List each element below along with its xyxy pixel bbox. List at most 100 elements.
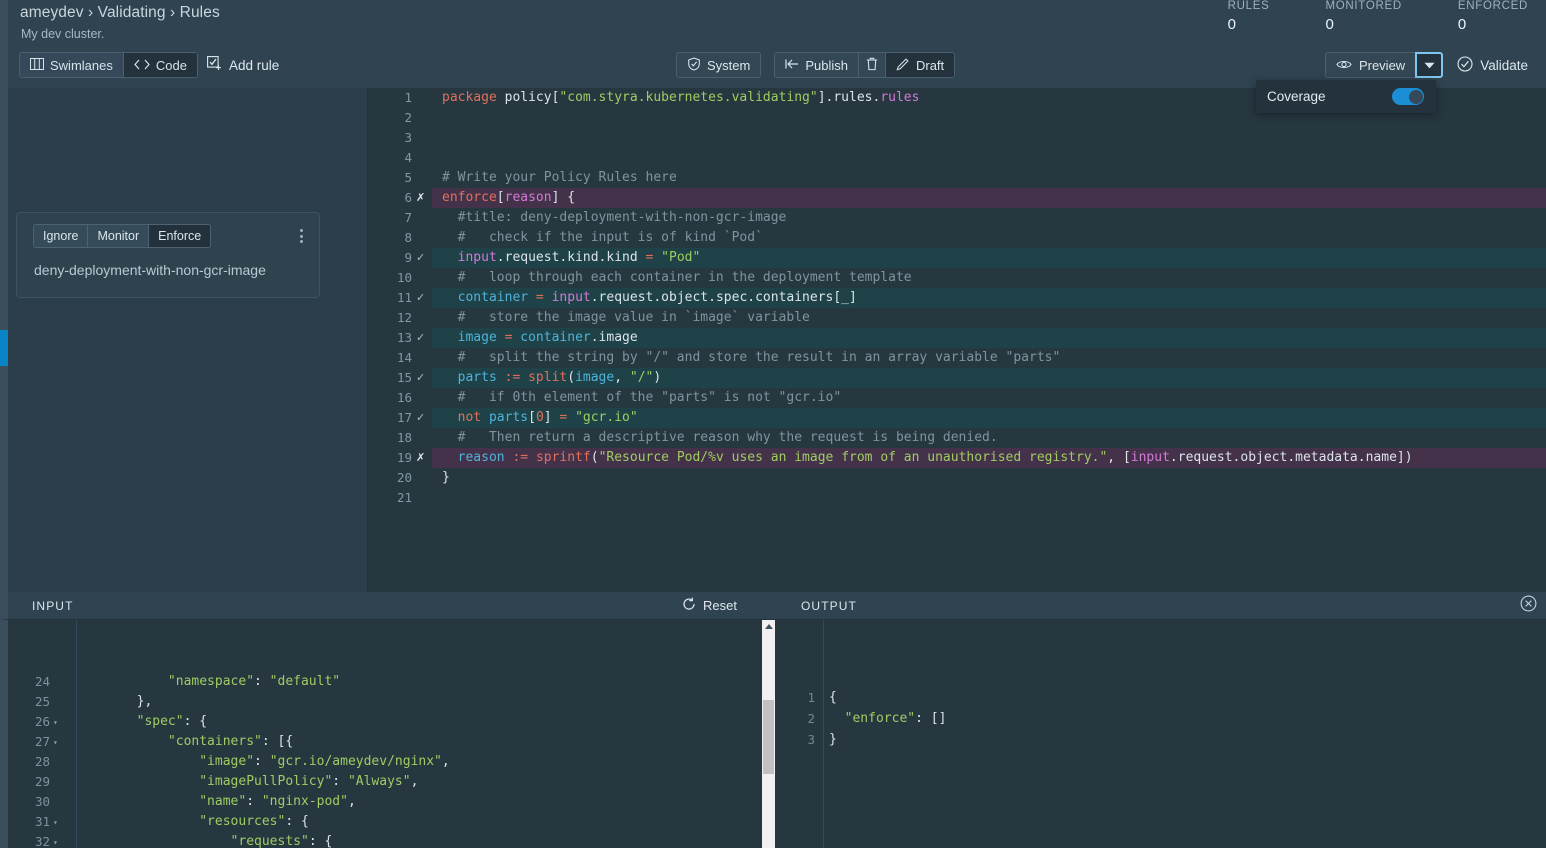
add-rule-button[interactable]: Add rule — [199, 52, 287, 78]
validate-button[interactable]: Validate — [1457, 56, 1528, 75]
input-json-line: 25 }, — [8, 692, 777, 712]
fold-toggle-icon[interactable]: ▾ — [53, 833, 63, 848]
code-line: 11✓ container = input.request.object.spe… — [368, 288, 1546, 308]
trash-icon — [866, 57, 878, 74]
coverage-label: Coverage — [1267, 89, 1326, 104]
code-line: 6✗enforce[reason] { — [368, 188, 1546, 208]
code-line: 7 #title: deny-deployment-with-non-gcr-i… — [368, 208, 1546, 228]
code-line-number: 3 — [368, 128, 414, 148]
view-mode-toggle: Swimlanes Code — [19, 52, 198, 78]
input-json-line: 28 "image": "gcr.io/ameydev/nginx", — [8, 752, 777, 772]
input-line-text: "requests": { — [74, 832, 332, 848]
code-line-number: 21 — [368, 488, 414, 508]
output-panel: OUTPUT 1{2 "enforce": []3} — [777, 592, 1546, 848]
add-rule-icon — [207, 56, 222, 74]
code-line: 14 # split the string by "/" and store t… — [368, 348, 1546, 368]
fold-toggle-icon[interactable]: ▾ — [53, 813, 63, 833]
input-json-line: 24 "namespace": "default" — [8, 672, 777, 692]
publish-button[interactable]: Publish — [775, 53, 858, 77]
input-line-number: 30 — [8, 792, 50, 812]
tab-code[interactable]: Code — [123, 53, 197, 77]
rule-mode-toggle: Ignore Monitor Enforce — [33, 224, 211, 248]
tab-swimlanes[interactable]: Swimlanes — [20, 53, 123, 77]
close-icon[interactable] — [1520, 595, 1537, 617]
input-line-number: 29 — [8, 772, 50, 792]
input-scrollbar-thumb[interactable] — [763, 700, 774, 774]
coverage-pass-icon: ✓ — [416, 288, 428, 308]
draft-button[interactable]: Draft — [885, 53, 954, 77]
input-line-text: "resources": { — [74, 812, 309, 832]
stats-group: RULES 0 MONITORED 0 ENFORCED 0 — [1228, 0, 1528, 33]
scroll-up-arrow-icon[interactable] — [765, 624, 773, 629]
stat-rules-value: 0 — [1228, 16, 1270, 33]
code-editor[interactable]: 1package policy["com.styra.kubernetes.va… — [368, 88, 1546, 592]
rule-mode-enforce[interactable]: Enforce — [148, 225, 210, 247]
code-line-text: # if 0th element of the "parts" is not "… — [442, 388, 841, 408]
output-line-number: 2 — [789, 709, 815, 729]
input-panel-body[interactable]: 24 "namespace": "default"25 },26▾ "spec"… — [0, 620, 777, 848]
input-line-number: 27 — [8, 732, 50, 752]
system-button[interactable]: System — [676, 52, 761, 78]
code-line-number: 10 — [368, 268, 414, 288]
preview-label: Preview — [1359, 58, 1405, 73]
code-line-number: 8 — [368, 228, 414, 248]
code-line-text: package policy["com.styra.kubernetes.val… — [442, 88, 919, 108]
publish-draft-group: Publish Draft — [774, 52, 955, 78]
fold-toggle-icon[interactable]: ▾ — [53, 713, 63, 733]
code-line-highlight — [432, 488, 1546, 508]
pencil-icon — [896, 57, 910, 74]
chevron-down-icon — [1424, 56, 1435, 74]
preview-dropdown-toggle[interactable] — [1415, 52, 1443, 78]
output-json-line: 1{ — [789, 688, 1546, 709]
add-rule-label: Add rule — [229, 58, 279, 73]
fold-toggle-icon[interactable]: ▾ — [53, 733, 63, 753]
code-line-text: enforce[reason] { — [442, 188, 575, 208]
refresh-icon — [682, 597, 696, 614]
input-line-text: "image": "gcr.io/ameydev/nginx", — [74, 752, 450, 772]
code-line-text: image = container.image — [442, 328, 638, 348]
columns-icon — [30, 58, 44, 73]
input-scrollbar[interactable] — [762, 620, 775, 848]
rule-mode-monitor[interactable]: Monitor — [87, 225, 148, 247]
header-middle-toolbar: System Publish D — [676, 52, 955, 78]
input-line-number: 31 — [8, 812, 50, 832]
code-line-highlight — [432, 188, 1546, 208]
coverage-pass-icon: ✓ — [416, 368, 428, 388]
input-line-number: 25 — [8, 692, 50, 712]
stat-enforced-label: ENFORCED — [1458, 0, 1528, 12]
code-line-number: 13 — [368, 328, 414, 348]
code-line-number: 12 — [368, 308, 414, 328]
draft-label: Draft — [916, 58, 944, 73]
reset-button[interactable]: Reset — [682, 597, 737, 614]
code-line-number: 15 — [368, 368, 414, 388]
breadcrumb[interactable]: ameydev › Validating › Rules — [20, 4, 220, 22]
output-json-lines: 1{2 "enforce": []3} — [777, 688, 1546, 751]
left-rail — [0, 88, 8, 592]
rule-card[interactable]: Ignore Monitor Enforce deny-deployment-w… — [16, 212, 320, 298]
input-panel-title: INPUT — [32, 599, 74, 613]
output-line-text: { — [829, 688, 837, 708]
code-line: 10 # loop through each container in the … — [368, 268, 1546, 288]
rule-menu-icon[interactable] — [293, 226, 309, 246]
input-json-lines: 24 "namespace": "default"25 },26▾ "spec"… — [8, 672, 777, 848]
shield-check-icon — [687, 57, 701, 74]
page-subtitle: My dev cluster. — [21, 27, 104, 41]
preview-button[interactable]: Preview — [1325, 52, 1415, 78]
rule-mode-monitor-label: Monitor — [97, 229, 139, 243]
code-line: 19✗ reason := sprintf("Resource Pod/%v u… — [368, 448, 1546, 468]
rule-mode-ignore[interactable]: Ignore — [34, 225, 87, 247]
output-line-text: } — [829, 730, 837, 750]
code-line-number: 7 — [368, 208, 414, 228]
code-line-highlight — [432, 128, 1546, 148]
code-line-text: container = input.request.object.spec.co… — [442, 288, 857, 308]
delete-button[interactable] — [858, 53, 885, 77]
output-panel-body[interactable]: 1{2 "enforce": []3} — [777, 620, 1546, 848]
reset-label: Reset — [703, 598, 737, 613]
code-line-highlight — [432, 148, 1546, 168]
coverage-pass-icon: ✓ — [416, 328, 428, 348]
coverage-toggle[interactable] — [1392, 88, 1424, 105]
check-circle-icon — [1457, 56, 1473, 75]
tab-swimlanes-label: Swimlanes — [50, 58, 113, 73]
system-label: System — [707, 58, 750, 73]
code-line-text: # check if the input is of kind `Pod` — [442, 228, 763, 248]
